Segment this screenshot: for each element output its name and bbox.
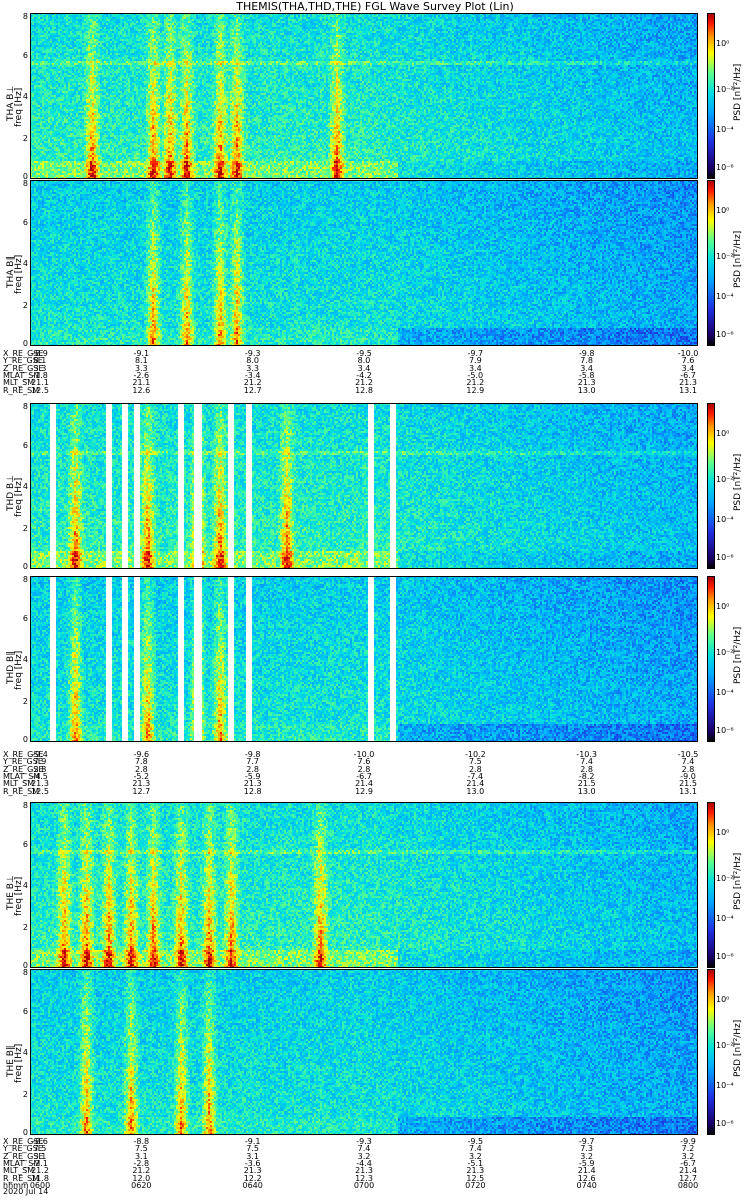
ephemeris-value: 12.7 xyxy=(243,385,262,395)
ephemeris-value: 0740 xyxy=(576,1180,597,1190)
ephemeris-value: 12.9 xyxy=(466,385,485,395)
colorbar xyxy=(707,969,715,1135)
y-tick-label: 0 xyxy=(22,339,28,348)
y-axis-label: freq [Hz] xyxy=(14,876,24,916)
y-axis-label: freq [Hz] xyxy=(14,650,24,690)
ephemeris-value: 12.8 xyxy=(355,385,373,395)
y-tick-label: 2 xyxy=(22,1089,28,1099)
y-tick-label: 8 xyxy=(22,968,28,977)
ephemeris-value: 12.5 xyxy=(31,385,49,395)
colorbar-tick-label: 10⁰ xyxy=(716,994,730,1004)
colorbar-tick-label: 10⁻⁴ xyxy=(716,914,734,924)
y-tick-label: 6 xyxy=(22,440,28,450)
ephemeris-value: 12.7 xyxy=(132,786,151,796)
colorbar-tick-label: 10⁻⁶ xyxy=(716,726,734,736)
colorbar-tick-label: 10⁰ xyxy=(716,205,730,215)
colorbar-label: PSD [nT²/Hz] xyxy=(733,1019,743,1077)
ephemeris-value: 13.1 xyxy=(679,786,697,796)
colorbar xyxy=(707,802,715,968)
colorbar-tick-label: 10⁻⁶ xyxy=(716,952,734,962)
ephemeris-value: 12.5 xyxy=(31,786,49,796)
colorbar-tick-label: 10⁻⁶ xyxy=(716,163,734,173)
colorbar-tick-label: 10⁻⁴ xyxy=(716,292,734,302)
y-axis-label: freq [Hz] xyxy=(14,1043,24,1083)
chart-title: THEMIS(THA,THD,THE) FGL Wave Survey Plot… xyxy=(236,0,514,13)
y-tick-label: 6 xyxy=(22,50,28,60)
ephemeris-value: 0800 xyxy=(677,1180,699,1190)
y-tick-label: 2 xyxy=(22,300,28,310)
y-tick-label: 8 xyxy=(22,179,28,188)
colorbar-tick-label: 10⁰ xyxy=(716,428,730,438)
ephemeris-value: 13.0 xyxy=(577,385,596,395)
y-tick-label: 0 xyxy=(22,735,28,744)
y-tick-label: 8 xyxy=(22,575,28,584)
y-tick-label: 2 xyxy=(22,133,28,143)
colorbar-tick-label: 10⁰ xyxy=(716,827,730,837)
y-tick-label: 2 xyxy=(22,523,28,533)
colorbar-tick-label: 10⁻⁴ xyxy=(716,1081,734,1091)
y-tick-label: 6 xyxy=(22,613,28,623)
y-tick-label: 0 xyxy=(22,562,28,571)
y-tick-label: 8 xyxy=(22,402,28,411)
colorbar-tick-label: 10⁻⁴ xyxy=(716,688,734,698)
spectrogram-3 xyxy=(30,403,698,569)
colorbar-label: PSD [nT²/Hz] xyxy=(733,626,743,684)
colorbar-label: PSD [nT²/Hz] xyxy=(733,230,743,288)
date-label: 2020 Jul 14 xyxy=(3,1187,49,1196)
colorbar xyxy=(707,180,715,346)
colorbar-tick-label: 10⁻² xyxy=(716,475,734,485)
spectrogram-4 xyxy=(30,576,698,742)
y-axis-label: freq [Hz] xyxy=(14,477,24,517)
y-tick-label: 8 xyxy=(22,801,28,810)
colorbar-label: PSD [nT²/Hz] xyxy=(733,852,743,910)
y-tick-label: 8 xyxy=(22,12,28,21)
ephemeris-value: 13.0 xyxy=(466,786,485,796)
y-tick-label: 0 xyxy=(22,1128,28,1137)
y-tick-label: 6 xyxy=(22,1006,28,1016)
colorbar xyxy=(707,403,715,569)
ephemeris-value: 13.0 xyxy=(577,786,596,796)
ephemeris-value: 12.6 xyxy=(132,385,151,395)
y-axis-label: freq [Hz] xyxy=(14,87,24,127)
spectrogram-6 xyxy=(30,969,698,1135)
colorbar-tick-label: 10⁰ xyxy=(716,601,730,611)
y-axis-label: freq [Hz] xyxy=(14,254,24,294)
ephemeris-value: 0720 xyxy=(465,1180,486,1190)
colorbar-tick-label: 10⁻² xyxy=(716,874,734,884)
ephemeris-value: 13.1 xyxy=(679,385,697,395)
colorbar xyxy=(707,576,715,742)
colorbar-tick-label: 10⁻⁴ xyxy=(716,515,734,525)
colorbar-tick-label: 10⁻² xyxy=(716,648,734,658)
colorbar-tick-label: 10⁻² xyxy=(716,1041,734,1051)
colorbar-tick-label: 10⁰ xyxy=(716,38,730,48)
spectrogram-2 xyxy=(30,180,698,346)
colorbar-tick-label: 10⁻² xyxy=(716,85,734,95)
ephemeris-value: 0700 xyxy=(353,1180,375,1190)
colorbar xyxy=(707,13,715,179)
colorbar-tick-label: 10⁻⁶ xyxy=(716,553,734,563)
colorbar-label: PSD [nT²/Hz] xyxy=(733,63,743,121)
colorbar-tick-label: 10⁻² xyxy=(716,252,734,262)
colorbar-label: PSD [nT²/Hz] xyxy=(733,453,743,511)
ephemeris-value: 0620 xyxy=(131,1180,152,1190)
spectrogram-1 xyxy=(30,13,698,179)
ephemeris-value: 12.9 xyxy=(355,786,373,796)
colorbar-tick-label: 10⁻⁴ xyxy=(716,125,734,135)
y-tick-label: 2 xyxy=(22,696,28,706)
ephemeris-value: 0640 xyxy=(242,1180,263,1190)
y-tick-label: 2 xyxy=(22,922,28,932)
spectrogram-5 xyxy=(30,802,698,968)
colorbar-tick-label: 10⁻⁶ xyxy=(716,330,734,340)
colorbar-tick-label: 10⁻⁶ xyxy=(716,1119,734,1129)
ephemeris-value: 12.8 xyxy=(243,786,262,796)
y-tick-label: 6 xyxy=(22,217,28,227)
y-tick-label: 6 xyxy=(22,839,28,849)
